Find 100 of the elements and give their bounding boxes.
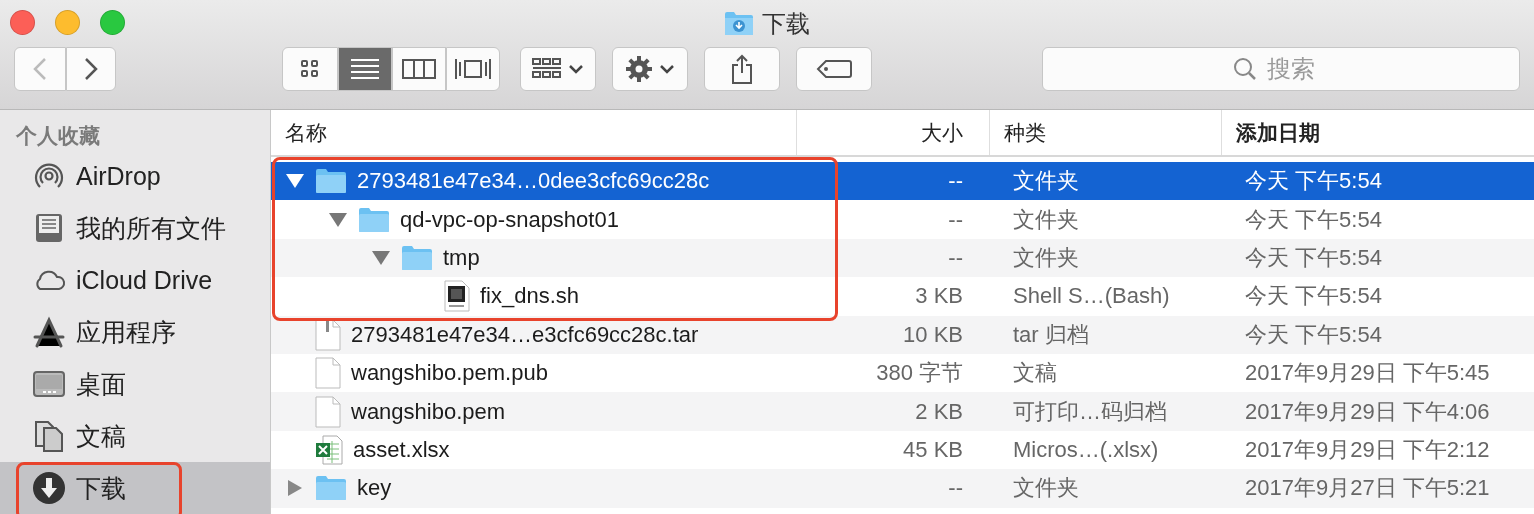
search-icon	[1233, 57, 1257, 81]
file-row[interactable]: wangshibo.pem 2 KB 可打印…码归档 2017年9月29日 下午4:06	[271, 392, 1534, 431]
tag-icon	[816, 59, 852, 79]
sidebar-heading: 个人收藏	[15, 123, 101, 149]
file-kind: 文件夹	[1012, 474, 1080, 503]
file-row[interactable]: 2793481e47e34…e3cfc69cc28c.tar 10 KB tar 归档 今天 下午5:54	[271, 315, 1534, 354]
file-size: --	[947, 244, 964, 271]
download-folder-icon	[724, 11, 754, 37]
sidebar-item-label: 下载	[76, 472, 126, 504]
file-date: 今天 下午5:54	[1244, 320, 1383, 349]
close-button[interactable]	[10, 9, 35, 35]
view-button[interactable]	[446, 47, 500, 91]
sidebar-item-label: 桌面	[76, 368, 126, 400]
file-kind: 文件夹	[1012, 205, 1080, 234]
folder-icon	[315, 475, 347, 502]
column-header[interactable]: 名称	[271, 110, 796, 155]
file-name: qd-vpc-op-snapshot01	[400, 206, 619, 233]
file-date: 2017年9月29日 下午2:12	[1244, 435, 1491, 464]
file-size: 3 KB	[914, 283, 964, 310]
file-size: --	[947, 475, 964, 502]
file-size: --	[947, 206, 964, 233]
arrange-button[interactable]	[520, 47, 596, 91]
file-name: wangshibo.pem	[351, 398, 506, 425]
sidebar-item-label: 文稿	[76, 420, 126, 452]
window-title: 下载	[762, 9, 810, 39]
column-header[interactable]: 添加日期	[1221, 110, 1533, 155]
action-button[interactable]	[612, 47, 688, 91]
file-size: 10 KB	[902, 321, 964, 348]
view-button[interactable]	[338, 47, 392, 91]
file-size: --	[947, 168, 964, 195]
file-date: 今天 下午5:54	[1244, 167, 1383, 196]
sidebar-item-label: 应用程序	[76, 316, 176, 348]
share-icon	[731, 54, 753, 84]
file-kind: Micros…(.xlsx)	[1012, 436, 1160, 463]
sidebar-item[interactable]: 文稿	[0, 410, 270, 462]
view-button[interactable]	[282, 47, 338, 91]
document-icon	[315, 395, 341, 428]
disclosure-triangle-icon[interactable]	[371, 249, 391, 266]
disclosure-triangle-icon[interactable]	[328, 211, 348, 228]
file-row[interactable]: tmp -- 文件夹 今天 下午5:54	[271, 238, 1534, 278]
file-name: 2793481e47e34…e3cfc69cc28c.tar	[351, 321, 699, 348]
file-date: 2017年9月29日 下午4:06	[1244, 397, 1491, 426]
gallery-view-icon	[454, 58, 492, 80]
file-kind: 文件夹	[1012, 243, 1080, 272]
sidebar-item[interactable]: AirDrop	[0, 150, 270, 202]
file-name: tmp	[443, 244, 480, 271]
sidebar-item-label: 我的所有文件	[76, 212, 226, 244]
file-name: wangshibo.pem.pub	[351, 360, 548, 387]
sidebar-item[interactable]: 我的所有文件	[0, 202, 270, 254]
app-store-icon	[32, 315, 66, 349]
file-name: 2793481e47e34…0dee3cfc69cc28c	[357, 168, 710, 195]
caret-icon	[568, 64, 584, 74]
file-kind: 文件夹	[1012, 167, 1080, 196]
file-kind: 文稿	[1012, 359, 1058, 388]
settings-icon	[625, 55, 653, 83]
tag-button[interactable]	[796, 47, 872, 91]
file-date: 今天 下午5:54	[1244, 243, 1383, 272]
file-date: 今天 下午5:54	[1244, 282, 1383, 311]
share-button[interactable]	[704, 47, 780, 91]
disclosure-triangle-icon[interactable]	[285, 173, 305, 190]
column-view-icon	[402, 59, 436, 79]
file-name: fix_dns.sh	[480, 283, 580, 310]
chevron-right-icon	[84, 57, 98, 81]
file-name: asset.xlsx	[353, 436, 450, 463]
sidebar-item[interactable]: iCloud Drive	[0, 254, 270, 306]
sidebar-item-label: iCloud Drive	[76, 265, 213, 295]
download-icon	[32, 471, 66, 505]
file-date: 2017年9月29日 下午5:45	[1244, 359, 1491, 388]
documents-icon	[32, 419, 66, 453]
document-icon	[315, 357, 341, 390]
sidebar-item[interactable]: 桌面	[0, 358, 270, 410]
script-file-icon	[444, 280, 470, 313]
file-size: 380 字节	[875, 359, 964, 388]
sidebar-item[interactable]: 应用程序	[0, 306, 270, 358]
folder-icon	[315, 168, 347, 195]
view-button[interactable]	[392, 47, 446, 91]
list-view-icon	[350, 58, 380, 80]
column-header[interactable]: 大小	[796, 110, 989, 155]
folder-icon	[358, 206, 390, 233]
folder-icon	[401, 244, 433, 271]
grid-view-icon	[300, 59, 320, 79]
file-row[interactable]: 2793481e47e34…0dee3cfc69cc28c -- 文件夹 今天 下午5:54	[271, 162, 1534, 201]
file-kind: 可打印…码归档	[1012, 397, 1168, 426]
sidebar-item[interactable]: 下载	[0, 462, 270, 514]
file-name: key	[357, 475, 392, 502]
sidebar-item-label: AirDrop	[76, 161, 161, 191]
file-date: 2017年9月27日 下午5:21	[1244, 474, 1491, 503]
zipped-file-icon	[315, 318, 341, 351]
search-field[interactable]: 搜索	[1265, 54, 1329, 84]
group-icon	[532, 57, 562, 81]
file-row[interactable]: key -- 文件夹 2017年9月27日 下午5:21	[271, 469, 1534, 508]
caret-icon	[659, 64, 675, 74]
forward-button[interactable]	[66, 47, 116, 91]
file-kind: tar 归档	[1012, 320, 1090, 349]
file-kind: Shell S…(Bash)	[1012, 283, 1171, 310]
spreadsheet-icon	[315, 434, 343, 465]
column-header[interactable]: 种类	[989, 110, 1221, 155]
file-size: 45 KB	[902, 436, 964, 463]
file-date: 今天 下午5:54	[1244, 205, 1383, 234]
chevron-left-icon	[33, 57, 47, 81]
